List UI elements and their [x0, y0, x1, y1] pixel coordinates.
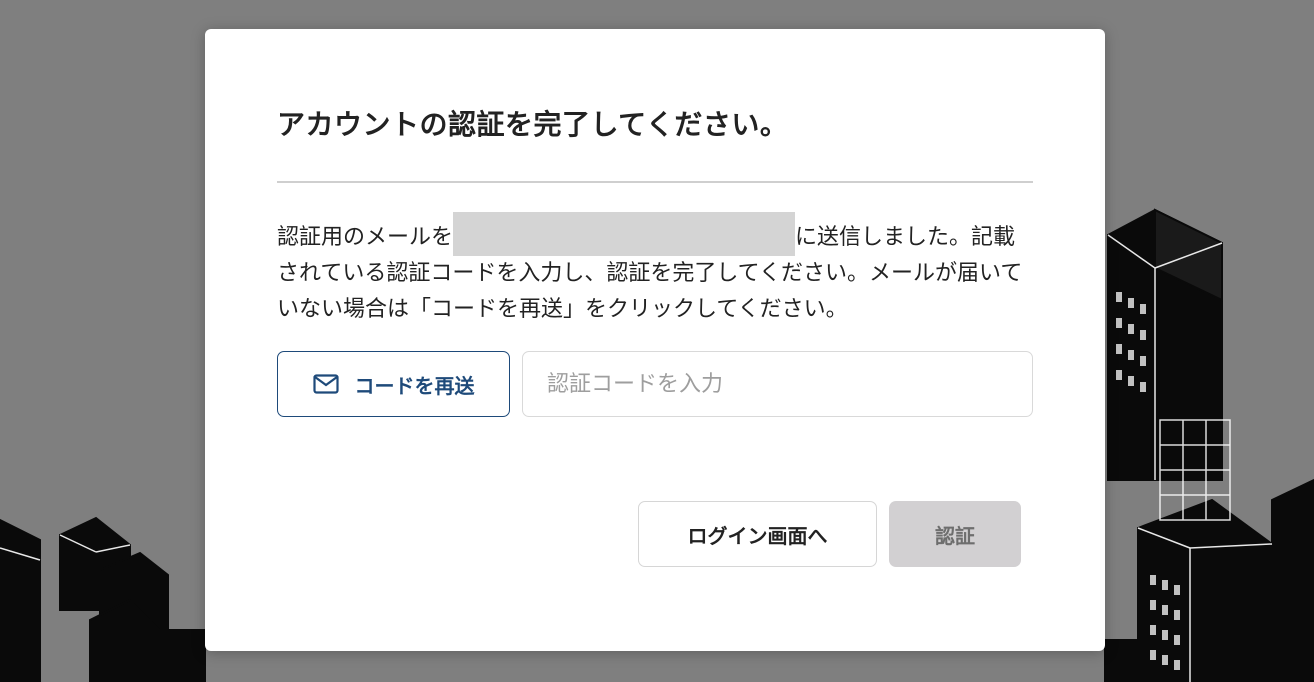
message-lead: 認証用のメールを	[277, 225, 454, 250]
back-to-login-label: ログイン画面へ	[687, 525, 828, 548]
dialog-title: アカウントの認証を完了してください。	[277, 108, 789, 141]
back-to-login-button[interactable]: ログイン画面へ	[638, 501, 877, 567]
redacted-email	[453, 212, 796, 256]
title-divider	[277, 181, 1033, 183]
verification-message: 認証用のメールを に送信しました。記載されている認証コードを入力し、認証を完了して…	[277, 212, 1037, 328]
verify-label: 認証	[935, 525, 975, 548]
verification-code-input[interactable]	[522, 351, 1033, 417]
resend-code-label: コードを再送	[354, 375, 475, 398]
resend-code-button[interactable]: コードを再送	[277, 351, 510, 417]
verification-dialog: アカウントの認証を完了してください。 認証用のメールを に送信しました。記載されて…	[205, 29, 1105, 651]
mail-icon	[312, 374, 339, 394]
verify-button[interactable]: 認証	[889, 501, 1021, 567]
